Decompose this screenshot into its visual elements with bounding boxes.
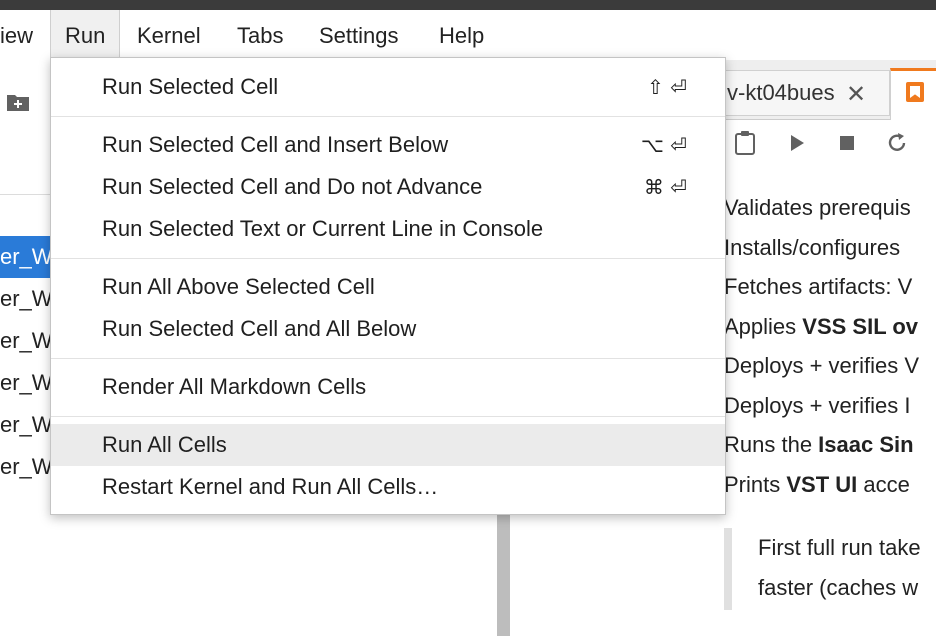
run-menu-item[interactable]: Run Selected Text or Current Line in Con… <box>51 208 725 250</box>
bookmark-icon <box>906 82 924 102</box>
menu-item-label: Run Selected Cell and All Below <box>102 316 417 341</box>
menu-item-label: Run Selected Cell <box>102 74 279 99</box>
restart-icon[interactable] <box>884 130 910 156</box>
menu-item-shortcut: ⇧ ⏎ <box>647 75 687 99</box>
notebook-tab-label: v-kt04bues <box>727 80 835 105</box>
markdown-list-line: Deploys + verifies I <box>724 391 910 421</box>
blockquote-bar <box>724 528 732 610</box>
menu-item-shortcut: ⌥ ⏎ <box>640 133 687 157</box>
markdown-list-line: Deploys + verifies V <box>724 351 919 381</box>
line-bold-text: VST UI <box>786 471 858 497</box>
run-menu-dropdown: Run Selected Cell ⇧ ⏎ Run Selected Cell an… <box>50 57 726 515</box>
menu-view[interactable]: iew <box>0 10 47 60</box>
line-trailing-text: acce <box>857 471 910 497</box>
menu-kernel[interactable]: Kernel <box>123 10 215 60</box>
markdown-list-line: Installs/configures <box>724 233 900 263</box>
stop-icon[interactable] <box>834 130 860 156</box>
run-menu-item[interactable]: Render All Markdown Cells <box>51 366 725 408</box>
menu-tabs[interactable]: Tabs <box>223 10 297 60</box>
line-text: Runs the <box>724 432 819 457</box>
panel-splitter[interactable] <box>497 500 510 636</box>
run-icon[interactable] <box>784 130 810 156</box>
menu-item-label: Run Selected Cell and Do not Advance <box>102 174 483 199</box>
paste-icon[interactable] <box>732 130 758 156</box>
run-menu-item[interactable]: Run All Cells <box>51 424 725 466</box>
menu-item-label: Run Selected Cell and Insert Below <box>102 132 449 157</box>
markdown-list-line: Runs the Isaac Sin <box>724 430 914 460</box>
menu-separator <box>51 116 725 117</box>
menu-separator <box>51 416 725 417</box>
line-bold-text: Isaac Sin <box>818 432 914 457</box>
menu-item-label: Run All Above Selected Cell <box>102 274 375 299</box>
quote-line: faster (caches w <box>758 575 919 600</box>
run-menu-item[interactable]: Run Selected Cell and All Below <box>51 308 725 350</box>
menu-item-label: Render All Markdown Cells <box>102 374 367 399</box>
menu-settings[interactable]: Settings <box>305 10 413 60</box>
menu-item-shortcut: ⌘ ⏎ <box>643 175 687 199</box>
menu-item-label: Run Selected Text or Current Line in Con… <box>102 216 544 241</box>
line-text: Validates prerequis <box>724 195 911 220</box>
run-menu-item[interactable]: Run All Above Selected Cell <box>51 266 725 308</box>
menu-separator <box>51 358 725 359</box>
markdown-list-line: Validates prerequis <box>724 193 911 223</box>
window-top-bar <box>0 0 936 10</box>
line-text: Fetches artifacts: V <box>724 274 913 299</box>
run-menu-item[interactable]: Run Selected Cell and Insert Below ⌥ ⏎ <box>51 124 725 166</box>
line-text: Prints <box>724 471 787 497</box>
line-text: Deploys + verifies I <box>724 392 911 418</box>
markdown-list-line: Prints VST UI acce <box>724 470 910 500</box>
line-bold-text: VSS SIL ov <box>802 313 919 339</box>
markdown-list-line: Fetches artifacts: V <box>724 272 912 302</box>
run-menu-item[interactable]: Restart Kernel and Run All Cells… <box>51 466 725 508</box>
menu-item-label: Restart Kernel and Run All Cells… <box>102 474 439 499</box>
menu-bar: iew Run Kernel Tabs Settings Help <box>0 10 936 60</box>
close-icon[interactable]: ✕ <box>846 80 866 109</box>
markdown-list-line: Applies VSS SIL ov <box>724 312 918 342</box>
line-text: Deploys + verifies V <box>724 353 920 378</box>
run-menu-item[interactable]: Run Selected Cell and Do not Advance ⌘ ⏎ <box>51 166 725 208</box>
menu-help[interactable]: Help <box>425 10 498 60</box>
line-text: Applies <box>724 313 803 339</box>
new-folder-icon[interactable] <box>6 92 30 112</box>
menu-item-label: Run All Cells <box>102 432 227 457</box>
menu-separator <box>51 258 725 259</box>
quote-line: First full run take <box>758 535 921 560</box>
run-menu-item[interactable]: Run Selected Cell ⇧ ⏎ <box>51 66 725 108</box>
menu-run[interactable]: Run <box>50 10 121 60</box>
line-text: Installs/configures <box>724 234 901 260</box>
